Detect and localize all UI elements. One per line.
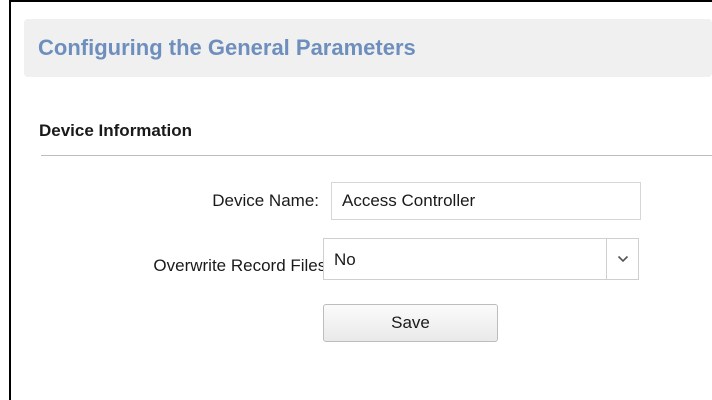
device-name-label: Device Name: xyxy=(212,191,319,210)
chevron-down-icon-glyph xyxy=(617,255,628,263)
overwrite-record-files-value: No xyxy=(334,250,356,269)
chevron-down-icon[interactable] xyxy=(606,239,638,279)
section-title: Device Information xyxy=(39,121,193,140)
page-title: Configuring the General Parameters xyxy=(38,35,416,60)
main-panel: Configuring the General Parameters Devic… xyxy=(9,0,712,400)
overwrite-record-files-select[interactable]: No xyxy=(323,238,639,280)
save-button[interactable]: Save xyxy=(323,304,498,342)
device-name-input[interactable] xyxy=(331,182,641,220)
section-divider xyxy=(41,155,712,156)
page-header: Configuring the General Parameters xyxy=(24,19,712,77)
overwrite-record-files-label: Overwrite Record Files: xyxy=(153,256,331,275)
